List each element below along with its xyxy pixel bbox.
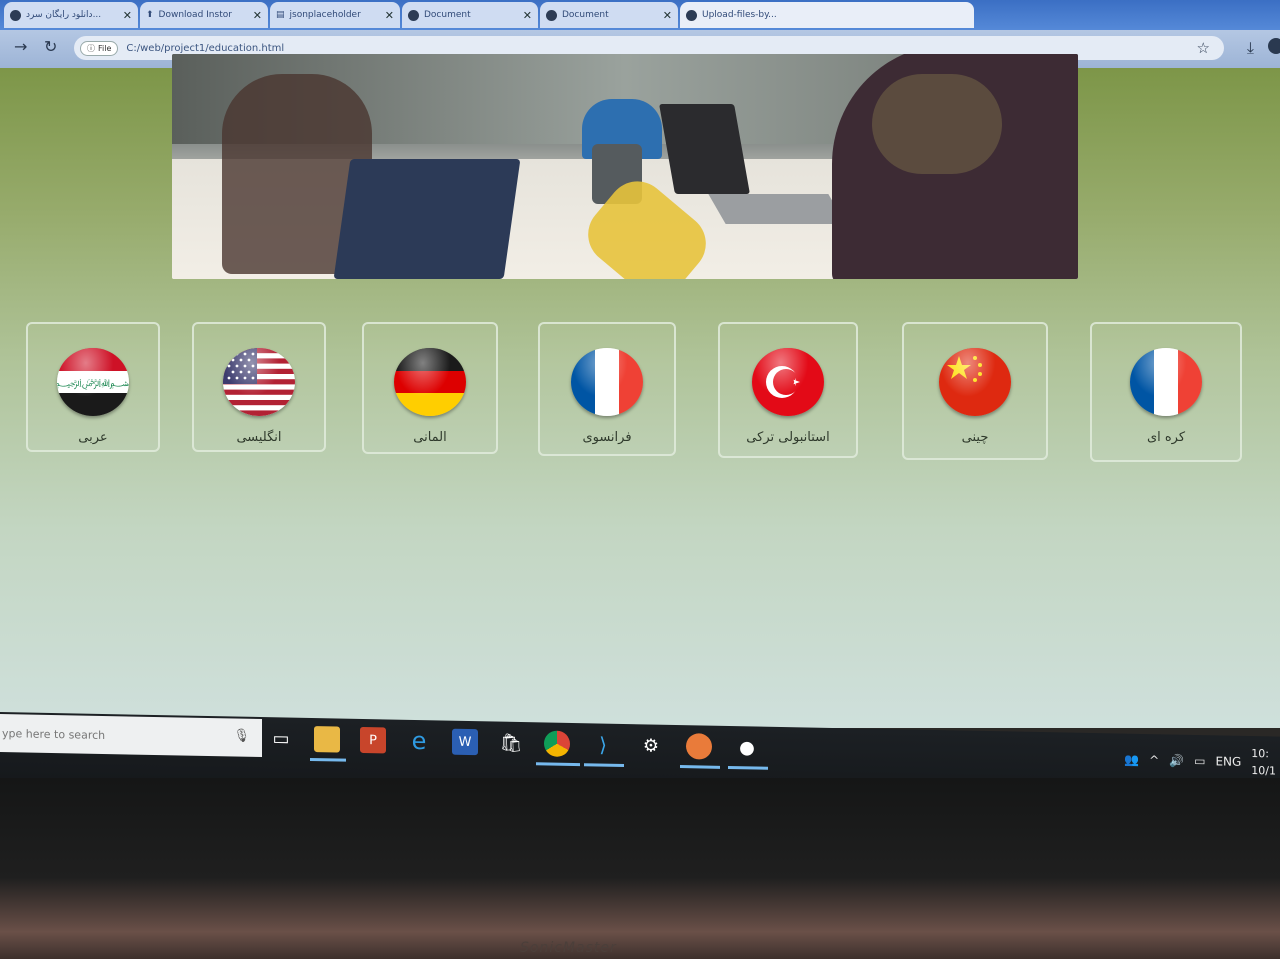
task-view-icon[interactable]: ▭	[268, 725, 294, 751]
browser-tab[interactable]: ⬆ Download Instor ✕	[140, 2, 268, 28]
tab-label: Document	[562, 10, 609, 20]
site-info-chip[interactable]: ⓘ File	[80, 40, 119, 56]
browser-tab[interactable]: Document ✕	[402, 2, 538, 28]
tab-favicon-icon	[10, 9, 21, 21]
france-flag-icon	[571, 348, 643, 416]
bookmark-star-icon[interactable]: ☆	[1197, 39, 1210, 57]
usa-flag-icon	[223, 348, 295, 416]
laptop-bezel: SonicMaster	[0, 778, 1280, 959]
language-card-german[interactable]: المانی	[362, 322, 498, 454]
language-card-chinese[interactable]: چینی	[902, 322, 1048, 460]
url-text: C:/web/project1/education.html	[126, 42, 285, 54]
battery-icon[interactable]: ▭	[1194, 754, 1205, 768]
reload-icon[interactable]: ↻	[44, 37, 57, 56]
language-card-english[interactable]: انگلیسی	[192, 322, 326, 452]
brand-logo: SonicMaster	[520, 940, 617, 956]
powerpoint-icon[interactable]: P	[360, 726, 386, 754]
language-card-turkish[interactable]: استانبولی ترکی	[718, 322, 858, 458]
clock[interactable]: 10: 10/1	[1251, 745, 1276, 779]
chrome-icon[interactable]	[544, 730, 570, 757]
page-content: ﷽ عربی	[0, 54, 1280, 728]
page-icon: ▤	[276, 10, 285, 20]
browser-tab-active[interactable]: Upload-files-by...	[680, 2, 974, 28]
download-icon[interactable]: ⤓	[1247, 38, 1254, 58]
turkey-flag-icon	[752, 348, 824, 416]
tab-favicon-icon	[408, 9, 419, 21]
file-explorer-icon[interactable]	[314, 726, 340, 753]
close-icon[interactable]: ✕	[123, 9, 132, 22]
clock-date: 10/1	[1251, 764, 1276, 778]
edge-icon[interactable]: e	[406, 727, 432, 755]
language-label: فرانسوی	[582, 430, 632, 445]
system-tray: 👥 ^ 🔊 ▭ ENG 10: 10/1	[1124, 740, 1280, 783]
hero-image	[172, 54, 1078, 279]
language-label: چینی	[961, 430, 989, 445]
tab-label: Document	[424, 10, 471, 20]
vscode-icon[interactable]: ⟩	[590, 731, 616, 757]
iraq-flag-icon: ﷽	[57, 348, 129, 416]
close-icon[interactable]: ✕	[385, 9, 394, 22]
language-cards: ﷽ عربی	[0, 322, 1280, 462]
tab-label: jsonplaceholder	[289, 10, 361, 20]
input-language[interactable]: ENG	[1215, 754, 1241, 768]
tab-favicon-icon	[686, 9, 697, 21]
language-label: انگلیسی	[236, 430, 282, 445]
language-card-korean[interactable]: کره ای	[1090, 322, 1242, 462]
close-icon[interactable]: ✕	[253, 9, 262, 22]
site-info-label: File	[98, 43, 112, 53]
browser-tab[interactable]: ▤ jsonplaceholder ✕	[270, 2, 400, 28]
microphone-icon[interactable]: 🎙	[233, 728, 250, 743]
search-placeholder: ype here to search	[2, 726, 106, 742]
profile-avatar[interactable]	[1268, 38, 1280, 54]
language-label: المانی	[413, 430, 447, 445]
language-label: عربی	[78, 430, 108, 445]
word-icon[interactable]: W	[452, 728, 478, 756]
tab-favicon-icon	[546, 9, 557, 21]
clock-time: 10:	[1251, 747, 1269, 761]
download-icon: ⬆	[146, 10, 154, 20]
forward-arrow-icon[interactable]: →	[14, 37, 27, 56]
tab-label: Download Instor	[158, 10, 232, 20]
germany-flag-icon	[394, 348, 466, 416]
language-label: استانبولی ترکی	[746, 430, 830, 445]
volume-icon[interactable]: 🔊	[1169, 753, 1184, 767]
language-label: کره ای	[1146, 430, 1186, 445]
app-circle-icon[interactable]: ●	[734, 734, 760, 760]
store-icon[interactable]: 🛍	[498, 730, 524, 756]
settings-gear-icon[interactable]: ⚙	[638, 732, 664, 758]
browser-tab-strip: دانلود رایگان سرد... ✕ ⬆ Download Instor…	[0, 0, 1280, 30]
browser-tab[interactable]: Document ✕	[540, 2, 678, 28]
france-flag-icon	[1130, 348, 1202, 416]
close-icon[interactable]: ✕	[663, 9, 672, 22]
language-card-arabic[interactable]: ﷽ عربی	[26, 322, 160, 452]
taskbar-search-box[interactable]: ype here to search 🎙	[0, 714, 262, 758]
paint-app-icon[interactable]	[686, 733, 712, 760]
tab-label: Upload-files-by...	[702, 10, 777, 20]
people-icon[interactable]: 👥	[1124, 753, 1139, 767]
china-flag-icon	[939, 348, 1011, 416]
chevron-up-icon[interactable]: ^	[1149, 753, 1159, 767]
info-icon: ⓘ	[87, 43, 95, 53]
close-icon[interactable]: ✕	[523, 9, 532, 22]
browser-tab[interactable]: دانلود رایگان سرد... ✕	[4, 2, 138, 28]
tab-label: دانلود رایگان سرد...	[26, 10, 102, 20]
language-card-french[interactable]: فرانسوی	[538, 322, 676, 456]
